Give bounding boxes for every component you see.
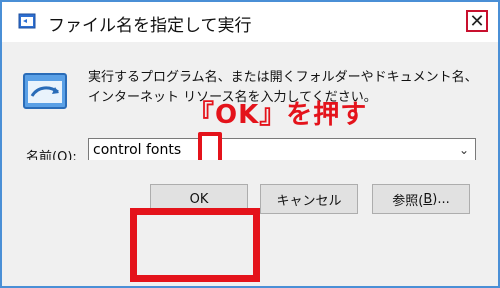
close-button[interactable]: ✕ <box>466 10 488 32</box>
run-program-icon <box>23 73 67 109</box>
run-dialog-icon <box>18 13 36 29</box>
ok-highlight-frame <box>130 208 260 282</box>
cancel-button-label: キャンセル <box>276 193 342 209</box>
run-dialog: ファイル名を指定して実行 ✕ 実行するプログラム名、または開くフォルダーやドキュ… <box>0 0 500 288</box>
window-title: ファイル名を指定して実行 <box>48 16 252 36</box>
browse-button[interactable]: 参照(B)... <box>372 184 470 214</box>
browse-label-suffix: )... <box>432 191 450 207</box>
annotation-press-ok: 『OK』を押す <box>188 100 368 130</box>
close-icon: ✕ <box>469 10 485 32</box>
title-bar: ファイル名を指定して実行 ✕ <box>2 2 498 42</box>
command-input[interactable]: control fonts <box>93 142 181 158</box>
ok-button-label: OK <box>189 191 209 207</box>
browse-label-prefix: 参照( <box>392 193 424 209</box>
browse-label-key: B <box>423 191 433 207</box>
cancel-button[interactable]: キャンセル <box>260 184 358 214</box>
chevron-down-icon[interactable]: ⌄ <box>459 143 469 157</box>
